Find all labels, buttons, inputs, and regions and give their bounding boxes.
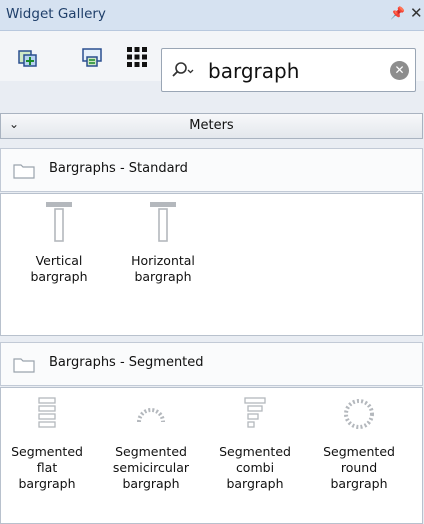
widget-label-line: flat [36, 460, 58, 475]
horizontal-bargraph-icon [150, 202, 176, 242]
close-icon[interactable]: ✕ [410, 4, 423, 22]
widget-label-line: Segmented [115, 444, 187, 459]
vertical-bargraph-icon [46, 202, 72, 242]
group-body-segmented: Segmented flat bargraph Segmented semici… [0, 387, 423, 524]
category-header-meters[interactable]: ⌄ Meters [0, 113, 423, 139]
replace-widget-icon[interactable] [80, 45, 104, 69]
group-header-standard[interactable]: Bargraphs - Standard [0, 148, 423, 192]
widget-label-line: bargraph [18, 476, 76, 491]
folder-icon [13, 358, 35, 373]
widget-segmented-flat-bargraph[interactable]: Segmented flat bargraph [1, 394, 93, 492]
widget-label-line: round [340, 460, 378, 475]
widget-label-line: bargraph [226, 476, 284, 491]
widget-label-line: Horizontal [131, 253, 195, 268]
segmented-semicircular-bargraph-icon [137, 408, 165, 423]
group-body-standard: Vertical bargraph Horizontal bargraph [0, 193, 423, 336]
group-name: Bargraphs - Standard [49, 161, 188, 176]
widget-label-line: bargraph [134, 269, 192, 284]
widget-label-line: bargraph [330, 476, 388, 491]
widget-label-line: Segmented [323, 444, 395, 459]
segmented-combi-bargraph-icon [244, 397, 266, 428]
title-bar: Widget Gallery 📌 ✕ [0, 0, 424, 31]
group-header-segmented[interactable]: Bargraphs - Segmented [0, 342, 423, 386]
widget-label-line: Segmented [219, 444, 291, 459]
pin-icon[interactable]: 📌 [390, 6, 405, 20]
search-icon[interactable] [170, 61, 194, 81]
segmented-round-bargraph-icon [344, 399, 374, 429]
widget-vertical-bargraph[interactable]: Vertical bargraph [13, 197, 105, 285]
widget-segmented-round-bargraph[interactable]: Segmented round bargraph [313, 394, 405, 492]
folder-icon [13, 164, 35, 179]
search-box: ✕ [161, 48, 416, 92]
widget-horizontal-bargraph[interactable]: Horizontal bargraph [117, 197, 209, 285]
widget-label-line: bargraph [30, 269, 88, 284]
widget-label-line: semicircular [112, 460, 190, 475]
window-title: Widget Gallery [6, 6, 106, 22]
grid-view-icon[interactable] [125, 45, 149, 69]
widget-segmented-semicircular-bargraph[interactable]: Segmented semicircular bargraph [105, 394, 197, 492]
widget-label-line: Vertical [35, 253, 83, 268]
group-name: Bargraphs - Segmented [49, 355, 204, 370]
widget-label-line: combi [235, 460, 275, 475]
widget-label-line: Segmented [11, 444, 83, 459]
add-widget-icon[interactable] [16, 45, 40, 69]
category-label: Meters [189, 118, 234, 133]
clear-search-icon[interactable]: ✕ [390, 61, 409, 80]
segmented-flat-bargraph-icon [38, 397, 56, 428]
search-input[interactable] [206, 55, 380, 87]
widget-label-line: bargraph [122, 476, 180, 491]
widget-segmented-combi-bargraph[interactable]: Segmented combi bargraph [209, 394, 301, 492]
